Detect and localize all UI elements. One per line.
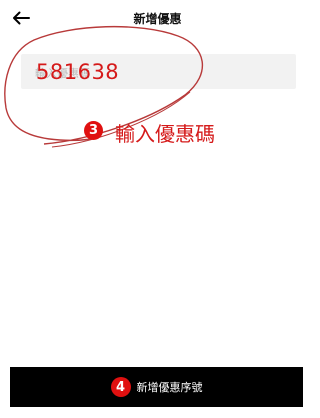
header-bar: 新增優惠 [0,0,315,36]
step-3-instruction: 輸入優惠碼 [115,122,215,146]
step-4-badge: 4 [110,377,131,397]
step-3-badge: 3 [84,121,103,140]
add-coupon-button-label: 新增優惠序號 [136,381,203,394]
add-coupon-button[interactable]: 4 新增優惠序號 [10,367,303,407]
page-title: 新增優惠 [133,12,182,26]
coupon-code-input[interactable] [21,54,296,89]
add-coupon-screen: 新增優惠 581638 3 輸入優惠碼 4 新增優惠序號 [0,0,315,418]
